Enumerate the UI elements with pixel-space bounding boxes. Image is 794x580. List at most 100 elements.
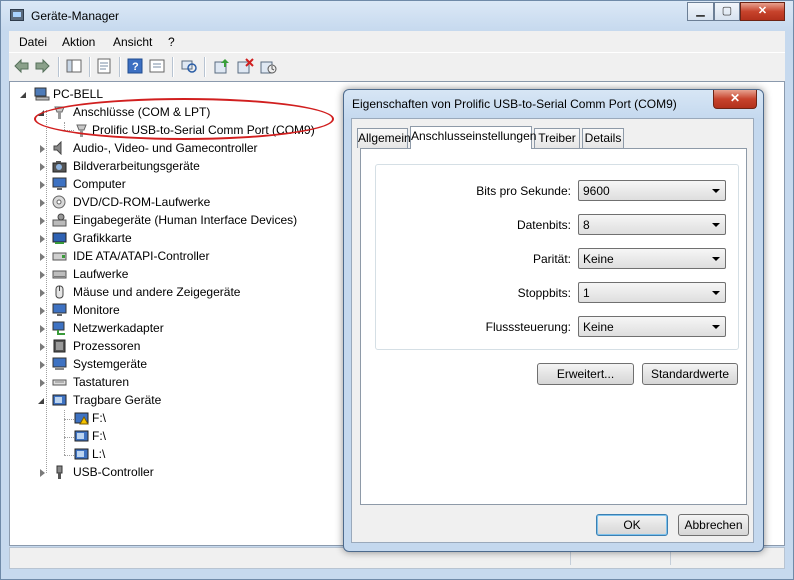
port-icon <box>52 105 67 119</box>
tree-connector <box>64 455 74 456</box>
data-bits-select[interactable]: 8 <box>578 214 726 235</box>
expand-icon[interactable] <box>40 199 45 207</box>
toolbar-separator <box>172 57 174 77</box>
expand-icon[interactable] <box>40 271 45 279</box>
data-bits-label: Datenbits: <box>516 218 571 232</box>
tree-connector <box>46 110 47 473</box>
stop-bits-value: 1 <box>583 286 590 300</box>
parity-label: Parität: <box>532 252 571 266</box>
tree-item-label: F:\ <box>92 411 106 425</box>
expand-icon[interactable] <box>40 307 45 315</box>
svg-text:?: ? <box>132 61 139 73</box>
expand-icon[interactable] <box>40 289 45 297</box>
chevron-down-icon <box>712 223 720 227</box>
expand-icon[interactable] <box>40 217 45 225</box>
flow-control-select[interactable]: Keine <box>578 316 726 337</box>
tree-item-label: Prozessoren <box>73 339 141 353</box>
toolbar-separator <box>89 57 91 77</box>
help-icon[interactable]: ? <box>127 58 144 74</box>
tab-anschlusseinstellungen[interactable]: Anschlusseinstellungen <box>410 126 536 149</box>
tree-item-label: Laufwerke <box>73 267 129 281</box>
show-hidden-icon[interactable] <box>149 58 166 74</box>
tree-item-label: Monitore <box>73 303 120 317</box>
tab-details[interactable]: Details <box>582 128 624 148</box>
dialog-close-button[interactable]: ✕ <box>713 90 757 109</box>
tree-item-label: IDE ATA/ATAPI-Controller <box>73 249 210 263</box>
port-settings-page: Bits pro Sekunde: 9600 Datenbits: 8 Pari… <box>360 148 747 505</box>
menu-bar: Datei Aktion Ansicht ? <box>9 31 785 52</box>
expand-icon[interactable] <box>40 253 45 261</box>
parity-value: Keine <box>583 252 614 266</box>
expand-icon[interactable] <box>40 361 45 369</box>
tree-item-label: F:\ <box>92 429 106 443</box>
ide-icon <box>52 249 67 263</box>
stop-bits-label: Stoppbits: <box>517 286 571 300</box>
expand-icon[interactable] <box>40 235 45 243</box>
properties-icon[interactable] <box>96 58 113 74</box>
tree-connector <box>64 410 65 455</box>
collapse-icon[interactable] <box>38 110 44 116</box>
maximize-button[interactable]: ▢ <box>714 2 740 21</box>
port-icon <box>74 123 89 137</box>
bits-per-second-select[interactable]: 9600 <box>578 180 726 201</box>
expand-icon[interactable] <box>40 163 45 171</box>
update-driver-icon[interactable] <box>214 58 231 74</box>
bits-per-second-value: 9600 <box>583 184 610 198</box>
parity-select[interactable]: Keine <box>578 248 726 269</box>
expand-icon[interactable] <box>40 325 45 333</box>
tab-treiber[interactable]: Treiber <box>534 128 580 148</box>
menu-datei[interactable]: Datei <box>19 35 47 49</box>
ok-button[interactable]: OK <box>596 514 668 536</box>
collapse-icon[interactable] <box>20 92 26 98</box>
tree-item-label: Eingabegeräte (Human Interface Devices) <box>73 213 298 227</box>
keyboard-icon <box>52 375 67 389</box>
computer-icon <box>52 177 67 191</box>
stop-bits-select[interactable]: 1 <box>578 282 726 303</box>
tree-connector <box>64 437 74 438</box>
drive-icon <box>52 267 67 281</box>
tree-item-label: Computer <box>73 177 126 191</box>
portable-device-icon <box>52 393 67 407</box>
toolbar-separator <box>119 57 121 77</box>
display-adapter-icon <box>52 231 67 245</box>
toolbar-separator <box>58 57 60 77</box>
collapse-icon[interactable] <box>38 398 44 404</box>
hid-icon <box>52 213 67 227</box>
disable-device-icon[interactable] <box>237 58 254 74</box>
expand-icon[interactable] <box>40 343 45 351</box>
chevron-down-icon <box>712 189 720 193</box>
tree-item-label: Prolific USB-to-Serial Comm Port (COM9) <box>92 123 315 137</box>
expand-icon[interactable] <box>40 469 45 477</box>
close-button[interactable]: ✕ <box>740 2 785 21</box>
tree-root-label: PC-BELL <box>53 87 104 101</box>
tree-connector <box>64 122 65 130</box>
menu-aktion[interactable]: Aktion <box>62 35 95 49</box>
expand-icon[interactable] <box>40 379 45 387</box>
toolbar: ? <box>9 52 785 82</box>
monitor-icon <box>52 303 67 317</box>
forward-icon[interactable] <box>34 58 51 74</box>
tree-item-label: Audio-, Video- und Gamecontroller <box>73 141 258 155</box>
tree-item-label: DVD/CD-ROM-Laufwerke <box>73 195 211 209</box>
tree-connector <box>64 130 74 131</box>
tab-allgemein[interactable]: Allgemein <box>357 128 411 148</box>
toolbar-separator <box>204 57 206 77</box>
system-icon <box>52 357 67 371</box>
menu-help[interactable]: ? <box>168 35 175 49</box>
show-hide-tree-icon[interactable] <box>66 58 83 74</box>
expand-icon[interactable] <box>40 181 45 189</box>
minimize-button[interactable]: ▁ <box>687 2 714 21</box>
chevron-down-icon <box>712 257 720 261</box>
restore-defaults-button[interactable]: Standardwerte <box>642 363 738 385</box>
back-icon[interactable] <box>13 58 30 74</box>
menu-ansicht[interactable]: Ansicht <box>113 35 152 49</box>
expand-icon[interactable] <box>40 145 45 153</box>
advanced-button[interactable]: Erweitert... <box>537 363 634 385</box>
uninstall-device-icon[interactable] <box>260 58 277 74</box>
disc-icon <box>52 195 67 209</box>
portable-warning-icon <box>74 411 89 425</box>
mouse-icon <box>52 285 67 299</box>
scan-hardware-icon[interactable] <box>181 58 198 74</box>
cancel-button[interactable]: Abbrechen <box>678 514 749 536</box>
title-bar[interactable]: Geräte-Manager ▁ ▢ ✕ <box>1 1 793 31</box>
